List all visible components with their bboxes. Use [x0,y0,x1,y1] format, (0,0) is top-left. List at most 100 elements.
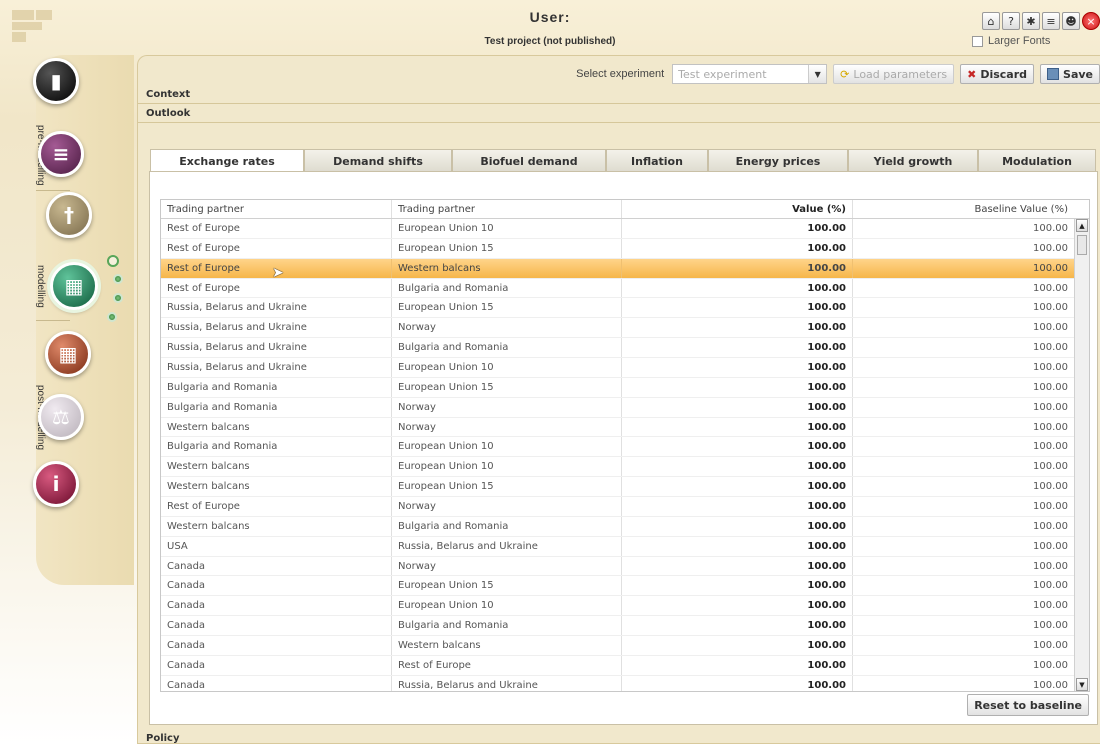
table-row[interactable]: Russia, Belarus and Ukraine Bulgaria and … [161,338,1089,359]
table-cell[interactable]: European Union 15 [392,298,622,318]
section-context[interactable]: Context [146,89,190,100]
table-cell[interactable]: 100.00 [853,557,1074,576]
help-icon[interactable]: ? [1002,12,1020,30]
step-indicator[interactable] [107,312,117,322]
table-cell[interactable]: 100.00 [622,219,853,238]
table-cell[interactable]: Russia, Belarus and Ukraine [161,318,392,338]
tab-biofuel-demand[interactable]: Biofuel demand [452,149,606,172]
table-cell[interactable]: Norway [392,397,622,417]
table-cell[interactable]: 100.00 [853,616,1074,635]
table-cell[interactable]: 100.00 [853,398,1074,417]
table-cell[interactable]: European Union 15 [392,576,622,596]
table-cell[interactable]: 100.00 [622,596,853,616]
table-cell[interactable]: 100.00 [622,397,853,417]
table-row[interactable]: Rest of Europe European Union 10 100.00 100… [161,219,1089,239]
table-cell[interactable]: 100.00 [622,238,853,258]
section-policy[interactable]: Policy [146,733,180,744]
table-cell[interactable]: 100.00 [853,576,1074,595]
save-button[interactable]: Save [1040,64,1100,84]
table-cell[interactable]: Canada [161,556,392,576]
table-row[interactable]: Bulgaria and Romania European Union 10 100… [161,437,1089,458]
table-cell[interactable]: 100.00 [622,318,853,338]
table-cell[interactable]: 100.00 [853,636,1074,655]
table-cell[interactable]: 100.00 [853,298,1074,317]
table-cell[interactable]: Rest of Europe [161,497,392,516]
table-cell[interactable]: Bulgaria and Romania [392,338,622,358]
table-cell[interactable]: 100.00 [853,676,1074,691]
table-cell[interactable]: 100.00 [622,576,853,596]
table-cell[interactable]: Bulgaria and Romania [161,377,392,397]
table-cell[interactable]: 100.00 [853,378,1074,397]
table-row[interactable]: Canada Norway 100.00 100.00 [161,556,1089,577]
table-cell[interactable]: Canada [161,675,392,691]
table-cell[interactable]: Bulgaria and Romania [161,437,392,457]
table-cell[interactable]: 100.00 [622,477,853,497]
table-row[interactable]: Rest of Europe European Union 15 100.00 100… [161,238,1089,259]
table-cell[interactable]: 100.00 [622,457,853,477]
table-cell[interactable]: 100.00 [853,239,1074,258]
clipboard-icon[interactable]: ▮ [33,58,79,104]
tab-exchange-rates[interactable]: Exchange rates [150,149,304,173]
table-cell[interactable]: Bulgaria and Romania [392,516,622,536]
discard-button[interactable]: ✖ Discard [960,64,1035,84]
experiment-select[interactable]: Test experiment ▼ [672,64,828,84]
table-cell[interactable]: Rest of Europe [161,238,392,258]
table-row[interactable]: Bulgaria and Romania Norway 100.00 100.00 [161,397,1089,418]
scales-icon[interactable]: ⚖ [38,394,84,440]
chart-icon[interactable]: ▦ [45,331,91,377]
larger-fonts-toggle[interactable]: Larger Fonts [972,35,1050,47]
table-cell[interactable]: 100.00 [853,279,1074,298]
table-cell[interactable]: 100.00 [622,298,853,318]
scroll-up-icon[interactable]: ▲ [1076,219,1088,232]
larger-fonts-checkbox[interactable] [972,35,983,47]
table-cell[interactable]: 100.00 [622,516,853,536]
thermometer-icon[interactable]: † [46,192,92,238]
table-cell[interactable]: Western balcans [392,636,622,655]
section-outlook[interactable]: Outlook [146,108,190,119]
table-row[interactable]: Western balcans European Union 10 100.00 10… [161,457,1089,478]
table-cell[interactable]: 100.00 [853,318,1074,337]
table-cell[interactable]: 100.00 [622,377,853,397]
table-cell[interactable]: Western balcans [392,258,622,278]
table-cell[interactable]: European Union 10 [392,437,622,457]
table-cell[interactable]: 100.00 [622,556,853,576]
table-cell[interactable]: 100.00 [622,536,853,556]
table-cell[interactable]: European Union 10 [392,596,622,616]
table-cell[interactable]: Canada [161,636,392,655]
table-cell[interactable]: Norway [392,318,622,338]
table-row[interactable]: Rest of Europe Bulgaria and Romania 100.00… [161,278,1089,299]
table-cell[interactable]: 100.00 [853,358,1074,377]
column-header[interactable]: Baseline Value (%) [853,200,1074,218]
table-cell[interactable]: European Union 10 [392,219,622,238]
table-cell[interactable]: Western balcans [161,417,392,437]
table-cell[interactable]: Rest of Europe [161,219,392,238]
table-row[interactable]: Rest of Europe Western balcans 100.00 100.0… [161,258,1089,279]
table-cell[interactable]: European Union 15 [392,477,622,497]
settings-icon[interactable]: ✱ [1022,12,1040,30]
table-row[interactable]: Western balcans Bulgaria and Romania 100.0… [161,516,1089,537]
table-cell[interactable]: 100.00 [622,437,853,457]
table-row[interactable]: Bulgaria and Romania European Union 15 100… [161,377,1089,398]
table-cell[interactable]: European Union 10 [392,457,622,477]
table-row[interactable]: Canada European Union 15 100.00 100.00 [161,576,1089,597]
table-cell[interactable]: European Union 15 [392,377,622,397]
table-row[interactable]: Canada European Union 10 100.00 100.00 [161,596,1089,617]
table-cell[interactable]: Western balcans [161,457,392,477]
table-cell[interactable]: Russia, Belarus and Ukraine [392,675,622,691]
table-cell[interactable]: European Union 10 [392,358,622,377]
table-row[interactable]: Rest of Europe Norway 100.00 100.00 [161,497,1089,517]
tab-demand-shifts[interactable]: Demand shifts [304,149,452,172]
table-cell[interactable]: 100.00 [622,358,853,377]
table-cell[interactable]: European Union 15 [392,238,622,258]
table-cell[interactable]: Canada [161,596,392,616]
table-cell[interactable]: Russia, Belarus and Ukraine [392,536,622,556]
table-row[interactable]: Western balcans European Union 15 100.00 10… [161,477,1089,498]
table-cell[interactable]: Canada [161,655,392,675]
table-cell[interactable]: 100.00 [853,517,1074,536]
calculator-icon[interactable]: ▦ [50,262,98,310]
book-icon[interactable]: ≡ [1042,12,1060,30]
table-cell[interactable]: Bulgaria and Romania [161,397,392,417]
table-cell[interactable]: Norway [392,556,622,576]
table-cell[interactable]: 100.00 [853,656,1074,675]
books-icon[interactable]: ≡ [38,131,84,177]
